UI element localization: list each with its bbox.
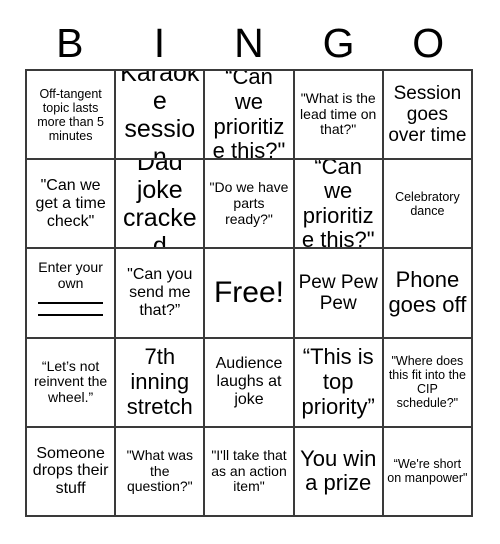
write-in-blank-lines [30, 301, 111, 316]
bingo-cell[interactable]: “Can we prioritize this?" [205, 71, 295, 161]
bingo-cell-text: “We're short on manpower" [387, 457, 468, 486]
bingo-header-letter-i: I [153, 19, 166, 66]
bingo-header-letter-g: G [322, 19, 355, 66]
bingo-cell[interactable]: "Can you send me that?” [116, 249, 206, 339]
bingo-cell-text: Enter your own [38, 259, 103, 292]
write-in-blank-line[interactable] [38, 301, 104, 304]
bingo-cell[interactable]: Off-tangent topic lasts more than 5 minu… [27, 71, 117, 161]
bingo-cell[interactable]: 7th inning stretch [116, 338, 206, 428]
bingo-cell[interactable]: Audience laughs at joke [205, 338, 295, 428]
bingo-cell[interactable]: Session goes over time [383, 71, 473, 161]
bingo-cell-text: "What was the question?" [126, 446, 193, 495]
bingo-cell[interactable]: Phone goes off [383, 249, 473, 339]
bingo-cell[interactable]: Free! [205, 249, 295, 339]
write-in-blank-line[interactable] [38, 313, 104, 316]
bingo-grid: Off-tangent topic lasts more than 5 minu… [25, 69, 473, 517]
bingo-cell[interactable]: "What was the question?" [116, 427, 206, 517]
bingo-cell-text: Pew Pew Pew [298, 271, 378, 314]
bingo-cell-text: Free! [213, 276, 284, 310]
bingo-cell-text: Off-tangent topic lasts more than 5 minu… [37, 86, 104, 143]
bingo-cell-text: "Can we get a time check" [35, 176, 106, 230]
bingo-cell[interactable]: “Can we prioritize this?" [294, 160, 384, 250]
bingo-card: B I N G O Off-tangent topic lasts more t… [0, 0, 500, 544]
bingo-header-letter-o: O [412, 19, 445, 66]
bingo-cell[interactable]: You win a prize [294, 427, 384, 517]
bingo-cell[interactable]: "I'll take that as an action item" [205, 427, 295, 517]
bingo-header: B I N G O [25, 17, 473, 69]
bingo-cell[interactable]: “Let’s not reinvent the wheel.” [27, 338, 117, 428]
bingo-cell-text: Someone drops their stuff [32, 444, 109, 498]
bingo-cell-text: "Do we have parts ready?" [209, 179, 289, 227]
bingo-cell[interactable]: “We're short on manpower" [383, 427, 473, 517]
bingo-cell-text: Phone goes off [388, 267, 467, 317]
bingo-cell[interactable]: Enter your own [27, 249, 117, 339]
bingo-cell[interactable]: "What is the lead time on that?" [294, 71, 384, 161]
bingo-cell-text: “Can we prioritize this?" [301, 160, 375, 250]
bingo-header-letter-b: B [56, 19, 84, 66]
bingo-cell-text: “Can we prioritize this?" [212, 71, 286, 161]
bingo-cell-text: Session goes over time [388, 82, 467, 147]
bingo-cell[interactable]: Celebratory dance [383, 160, 473, 250]
bingo-cell-text: Audience laughs at joke [215, 355, 283, 409]
bingo-cell[interactable]: Someone drops their stuff [27, 427, 117, 517]
bingo-cell[interactable]: Dad joke cracked [116, 160, 206, 250]
bingo-cell-text: “Let’s not reinvent the wheel.” [34, 357, 108, 406]
bingo-cell[interactable]: Pew Pew Pew [294, 249, 384, 339]
bingo-cell-text: "I'll take that as an action item" [211, 446, 287, 495]
bingo-cell[interactable]: "Do we have parts ready?" [205, 160, 295, 250]
bingo-cell-text: Karaoke session [120, 71, 200, 161]
bingo-cell-text: "Can you send me that?” [127, 266, 193, 319]
bingo-cell-text: You win a prize [300, 445, 377, 496]
bingo-cell[interactable]: Karaoke session [116, 71, 206, 161]
bingo-cell-text: "Where does this fit into the CIP schedu… [388, 354, 466, 411]
bingo-cell-text: Dad joke cracked [122, 160, 197, 250]
bingo-cell-text: “This is top priority” [301, 344, 375, 419]
bingo-cell[interactable]: “This is top priority” [294, 338, 384, 428]
bingo-cell-text: Celebratory dance [395, 189, 460, 218]
bingo-header-letter-n: N [234, 19, 264, 66]
bingo-cell-text: "What is the lead time on that?" [300, 90, 377, 138]
bingo-cell[interactable]: "Can we get a time check" [27, 160, 117, 250]
bingo-cell[interactable]: "Where does this fit into the CIP schedu… [383, 338, 473, 428]
bingo-cell-text: 7th inning stretch [126, 344, 193, 419]
